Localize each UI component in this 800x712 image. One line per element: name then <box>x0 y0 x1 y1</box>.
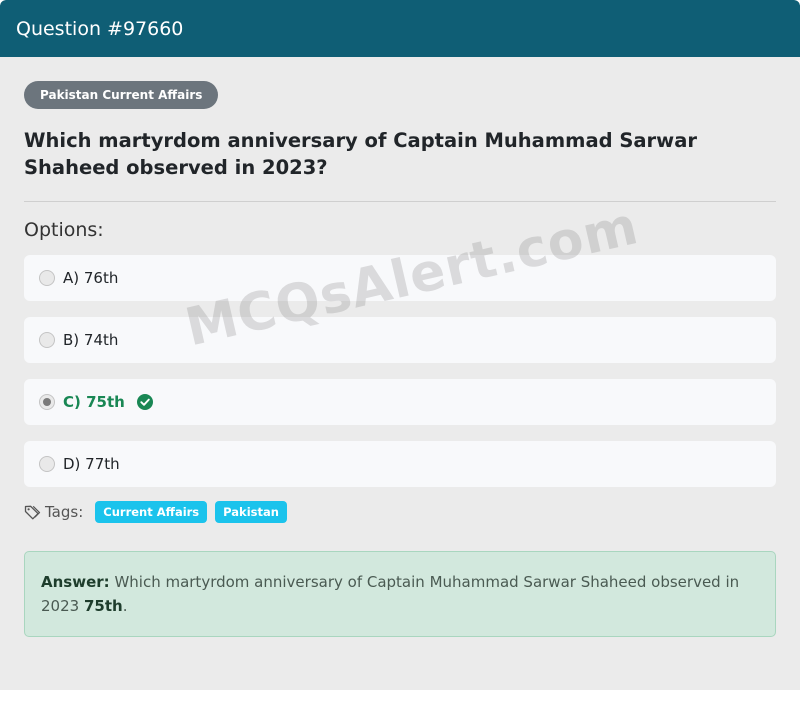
tag-current-affairs[interactable]: Current Affairs <box>95 501 208 523</box>
answer-box: Answer: Which martyrdom anniversary of C… <box>24 551 776 637</box>
divider <box>24 201 776 202</box>
tag-icon <box>24 504 41 521</box>
card-header: Question #97660 <box>0 0 800 57</box>
check-circle-icon <box>136 394 153 410</box>
tag-pakistan[interactable]: Pakistan <box>215 501 287 523</box>
question-number-title: Question #97660 <box>16 17 184 40</box>
option-label: A) 76th <box>63 269 119 287</box>
question-text: Which martyrdom anniversary of Captain M… <box>24 129 697 179</box>
radio-icon[interactable] <box>39 456 55 472</box>
radio-icon-selected[interactable] <box>39 394 55 410</box>
option-c[interactable]: C) 75th <box>24 379 776 425</box>
tags-label: Tags: <box>45 503 84 521</box>
option-d[interactable]: D) 77th <box>24 441 776 487</box>
option-label: B) 74th <box>63 331 119 349</box>
radio-icon[interactable] <box>39 270 55 286</box>
option-a[interactable]: A) 76th <box>24 255 776 301</box>
radio-icon[interactable] <box>39 332 55 348</box>
answer-value: 75th <box>83 597 123 615</box>
option-label: D) 77th <box>63 455 120 473</box>
answer-label: Answer: <box>41 573 110 591</box>
option-b[interactable]: B) 74th <box>24 317 776 363</box>
option-label: C) 75th <box>63 393 125 411</box>
question-card: Question #97660 Pakistan Current Affairs… <box>0 0 800 690</box>
tags-row: Tags: Current Affairs Pakistan <box>24 501 776 523</box>
options-list: A) 76th B) 74th C) 75th D) 77th <box>24 255 776 487</box>
category-badge[interactable]: Pakistan Current Affairs <box>24 81 219 109</box>
answer-text: Which martyrdom anniversary of Captain M… <box>41 573 740 615</box>
options-heading: Options: <box>24 219 104 241</box>
card-body: Pakistan Current Affairs Which martyrdom… <box>0 57 800 637</box>
answer-suffix: . <box>122 597 128 615</box>
